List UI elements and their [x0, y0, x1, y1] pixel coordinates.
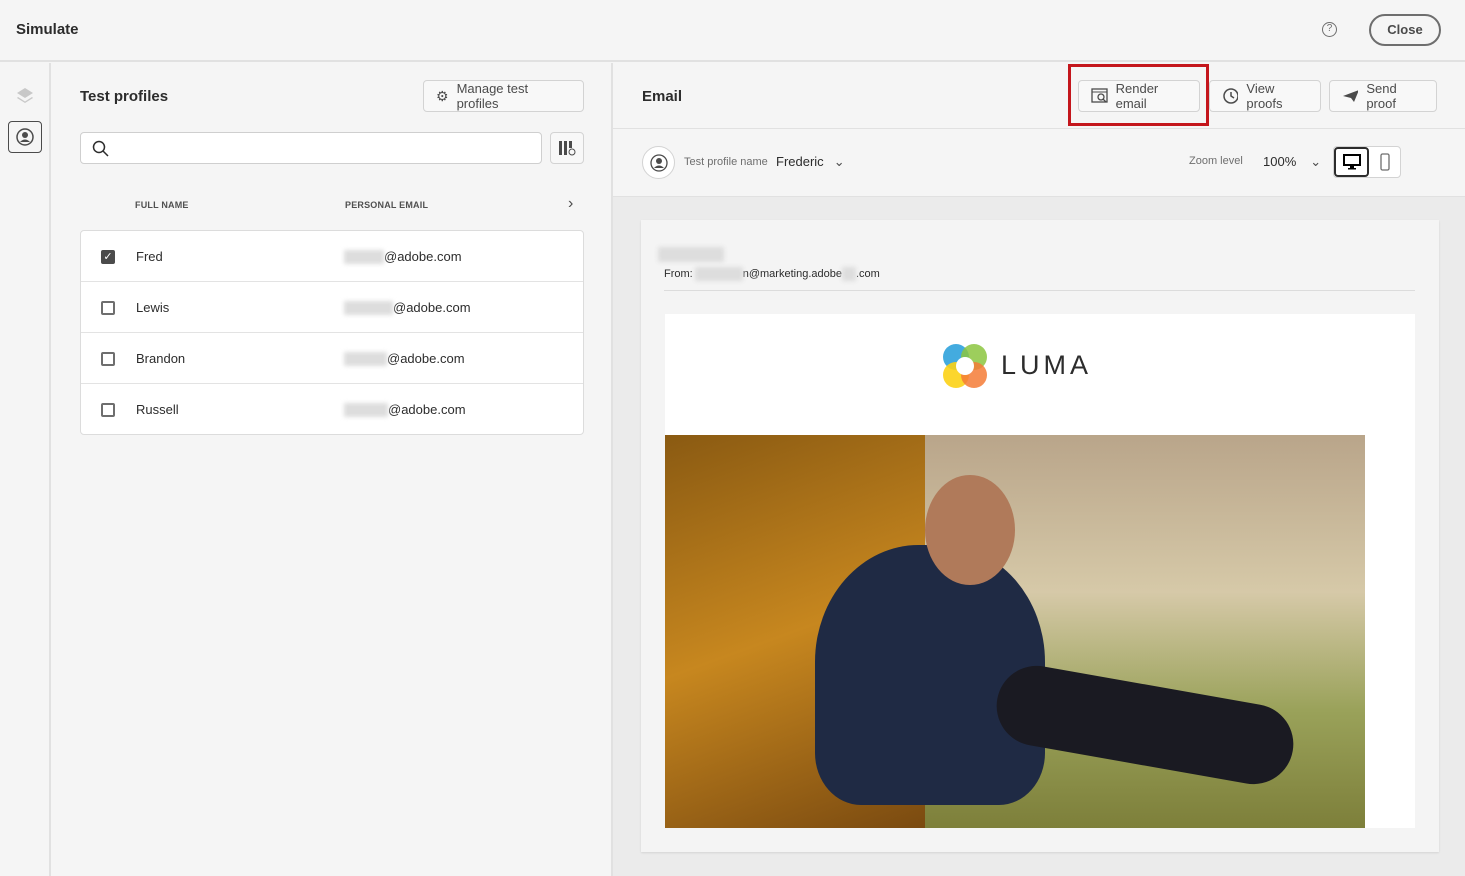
highlight-box: [1068, 64, 1209, 126]
test-profiles-panel: Test profiles ⚙ Manage test profiles FUL…: [52, 63, 613, 876]
zoom-value: 100%: [1263, 154, 1297, 169]
desktop-icon: [1342, 154, 1361, 170]
profiles-rail-button[interactable]: [8, 121, 42, 153]
mobile-icon: [1379, 153, 1390, 171]
send-proof-label: Send proof: [1366, 81, 1397, 111]
history-icon: [1223, 88, 1239, 104]
profiles-table: ✓ Fred @adobe.com Lewis @adobe.com Brandon @…: [80, 230, 584, 435]
gears-icon: ⚙: [436, 87, 449, 104]
from-label: From:: [664, 268, 693, 280]
table-row[interactable]: Russell @adobe.com: [81, 384, 583, 435]
send-icon: [1343, 90, 1359, 102]
checkbox[interactable]: [101, 403, 115, 417]
zoom-picker[interactable]: 100% ⌄: [1263, 154, 1321, 170]
profile-avatar: [642, 146, 675, 179]
row-name: Lewis: [136, 300, 170, 315]
email-title: Email: [642, 88, 683, 105]
desktop-view-button[interactable]: [1334, 147, 1369, 177]
user-icon: [650, 154, 668, 172]
hero-image: [665, 435, 1365, 828]
test-profiles-title: Test profiles: [80, 88, 169, 105]
checkbox-checked[interactable]: ✓: [101, 250, 115, 264]
table-row[interactable]: Brandon @adobe.com: [81, 333, 583, 384]
checkbox[interactable]: [101, 352, 115, 366]
table-row[interactable]: ✓ Fred @adobe.com: [81, 231, 583, 282]
row-email: @adobe.com: [344, 402, 466, 417]
user-icon: [16, 128, 34, 146]
table-row[interactable]: Lewis @adobe.com: [81, 282, 583, 333]
from-value: n@marketing.adobe: [742, 268, 842, 280]
column-header-full-name[interactable]: FULL NAME: [135, 200, 189, 210]
view-proofs-button[interactable]: View proofs: [1209, 80, 1321, 112]
view-proofs-label: View proofs: [1246, 81, 1283, 111]
row-name: Fred: [136, 249, 163, 264]
close-button[interactable]: Close: [1369, 14, 1441, 46]
top-bar: Simulate ? Close: [0, 0, 1465, 62]
from-line: From: n@marketing.adobe .com: [664, 267, 880, 281]
search-icon: [92, 140, 109, 157]
column-header-personal-email[interactable]: PERSONAL EMAIL: [345, 200, 428, 210]
help-icon[interactable]: ?: [1322, 22, 1337, 37]
luma-logo-icon: [943, 344, 987, 388]
row-email: @adobe.com: [344, 249, 462, 264]
profile-name-label: Test profile name: [684, 156, 768, 168]
profile-picker[interactable]: Frederic ⌄: [776, 154, 845, 170]
send-proof-button[interactable]: Send proof: [1329, 80, 1437, 112]
left-rail: [0, 63, 51, 876]
page-title: Simulate: [16, 21, 79, 38]
row-email: @adobe.com: [344, 351, 465, 366]
email-body: LUMA: [665, 314, 1415, 828]
device-toggle: [1333, 146, 1401, 178]
column-settings-icon: [559, 141, 576, 156]
search-input[interactable]: [80, 132, 542, 164]
manage-label: Manage test profiles: [456, 81, 529, 111]
row-name: Brandon: [136, 351, 186, 366]
luma-wordmark: LUMA: [1001, 350, 1093, 380]
chevron-right-icon[interactable]: ›: [568, 195, 573, 213]
layers-icon[interactable]: [16, 87, 34, 107]
email-preview-card: From: n@marketing.adobe .com LUMA: [641, 220, 1439, 852]
chevron-down-icon: ⌄: [1310, 154, 1322, 169]
column-settings-button[interactable]: [550, 132, 584, 164]
chevron-down-icon: ⌄: [833, 154, 845, 169]
profile-value: Frederic: [776, 154, 824, 169]
row-name: Russell: [136, 402, 179, 417]
checkbox[interactable]: [101, 301, 115, 315]
row-email: @adobe.com: [344, 300, 471, 315]
mobile-view-button[interactable]: [1369, 147, 1400, 177]
manage-test-profiles-button[interactable]: ⚙ Manage test profiles: [423, 80, 584, 112]
zoom-level-label: Zoom level: [1189, 155, 1243, 167]
